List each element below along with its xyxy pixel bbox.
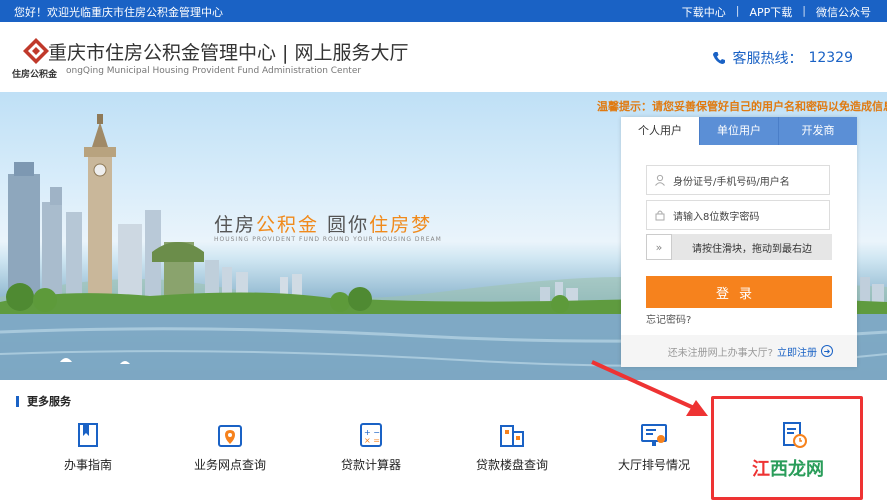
top-bar: 您好！欢迎光临重庆市住房公积金管理中心 下载中心 | APP下载 | 微信公众号 (0, 0, 887, 22)
user-icon (647, 166, 673, 194)
slide-verify[interactable]: » 请按住滑块，拖动到最右边 (646, 234, 832, 260)
service-loan-property-query[interactable]: 贷款楼盘查询 (452, 420, 572, 473)
app-download-link[interactable]: APP下载 (749, 4, 792, 20)
separator: | (802, 4, 806, 17)
book-icon (78, 423, 98, 447)
phone-icon (713, 52, 726, 64)
slogan-highlight: 公积金 (256, 214, 320, 236)
queue-screen-icon (641, 424, 667, 446)
slider-text: 请按住滑块，拖动到最右边 (692, 243, 812, 255)
service-label: 办事指南 (63, 458, 112, 472)
site-title: 重庆市住房公积金管理中心 | 网上服务大厅 (48, 42, 409, 64)
username-field[interactable]: 身份证号/手机号码/用户名 (646, 165, 830, 195)
annotation-highlight-box (711, 396, 863, 500)
login-button[interactable]: 登录 (646, 276, 832, 308)
username-placeholder: 身份证号/手机号码/用户名 (673, 176, 790, 188)
service-hall-queue[interactable]: 大厅排号情况 (594, 420, 714, 473)
arrow-right-icon[interactable]: ➜ (821, 345, 833, 357)
calculator-icon: + − × = (360, 423, 382, 447)
top-links: 下载中心 | APP下载 | 微信公众号 (682, 4, 871, 20)
slogan-part: 圆你 (327, 214, 370, 236)
service-label: 业务网点查询 (193, 458, 266, 472)
banner-slogan-en: HOUSING PROVIDENT FUND ROUND YOUR HOUSIN… (214, 236, 442, 243)
service-loan-calculator[interactable]: + − × = 贷款计算器 (311, 420, 431, 473)
more-services-title: 更多服务 (16, 396, 71, 407)
separator: | (735, 4, 740, 17)
service-branch-query[interactable]: 业务网点查询 (170, 420, 290, 473)
login-panel: 个人用户 单位用户 开发商 身份证号/手机号码/用户名 请输入8位数字密码 » … (621, 117, 857, 367)
tab-developer[interactable]: 开发商 (778, 117, 857, 145)
service-label: 大厅排号情况 (617, 458, 690, 472)
hotline-label: 客服热线： (732, 51, 803, 67)
service-guide[interactable]: 办事指南 (28, 420, 148, 473)
service-label: 贷款计算器 (340, 458, 401, 472)
slogan-highlight: 住房梦 (369, 214, 433, 236)
register-prompt: 还未注册网上办事大厅? (667, 347, 773, 359)
download-center-link[interactable]: 下载中心 (682, 4, 726, 20)
user-type-tabs: 个人用户 单位用户 开发商 (621, 117, 857, 145)
watermark-part: 西龙网 (770, 459, 824, 480)
forgot-password-link[interactable]: 忘记密码? (646, 311, 691, 326)
tab-personal-user[interactable]: 个人用户 (621, 117, 699, 145)
wechat-account-link[interactable]: 微信公众号 (816, 4, 871, 20)
site-header: 住房公积金 重庆市住房公积金管理中心 | 网上服务大厅 ongQing Muni… (0, 22, 887, 92)
tab-company-user[interactable]: 单位用户 (699, 117, 778, 145)
annotation-arrow (591, 360, 708, 416)
location-icon (218, 425, 242, 447)
hotline-number: 12329 (808, 50, 853, 66)
slider-handle-icon[interactable]: » (646, 234, 672, 260)
building-icon (500, 425, 524, 447)
register-link[interactable]: 立即注册 (777, 344, 817, 359)
site-watermark: 江西龙网 (752, 455, 824, 481)
svg-text:× =: × = (364, 436, 380, 445)
housing-fund-logo-icon (23, 38, 49, 64)
watermark-part: 江 (752, 459, 770, 480)
lock-icon (647, 201, 673, 229)
password-field[interactable]: 请输入8位数字密码 (646, 200, 830, 230)
hotline: 客服热线： 12329 (712, 48, 853, 68)
site-title-en: ongQing Municipal Housing Provident Fund… (66, 66, 362, 76)
service-label: 贷款楼盘查询 (475, 458, 548, 472)
logo-subtext: 住房公积金 (12, 70, 58, 80)
warm-tip-notice: 温馨提示：请您妥善保管好自己的用户名和密码以免造成信息泄 (597, 100, 887, 113)
password-placeholder: 请输入8位数字密码 (673, 211, 760, 223)
welcome-text: 您好！欢迎光临重庆市住房公积金管理中心 (14, 6, 223, 19)
banner-slogan: 住房公积金 圆你住房梦 (214, 210, 432, 237)
slogan-part: 住房 (214, 214, 257, 236)
